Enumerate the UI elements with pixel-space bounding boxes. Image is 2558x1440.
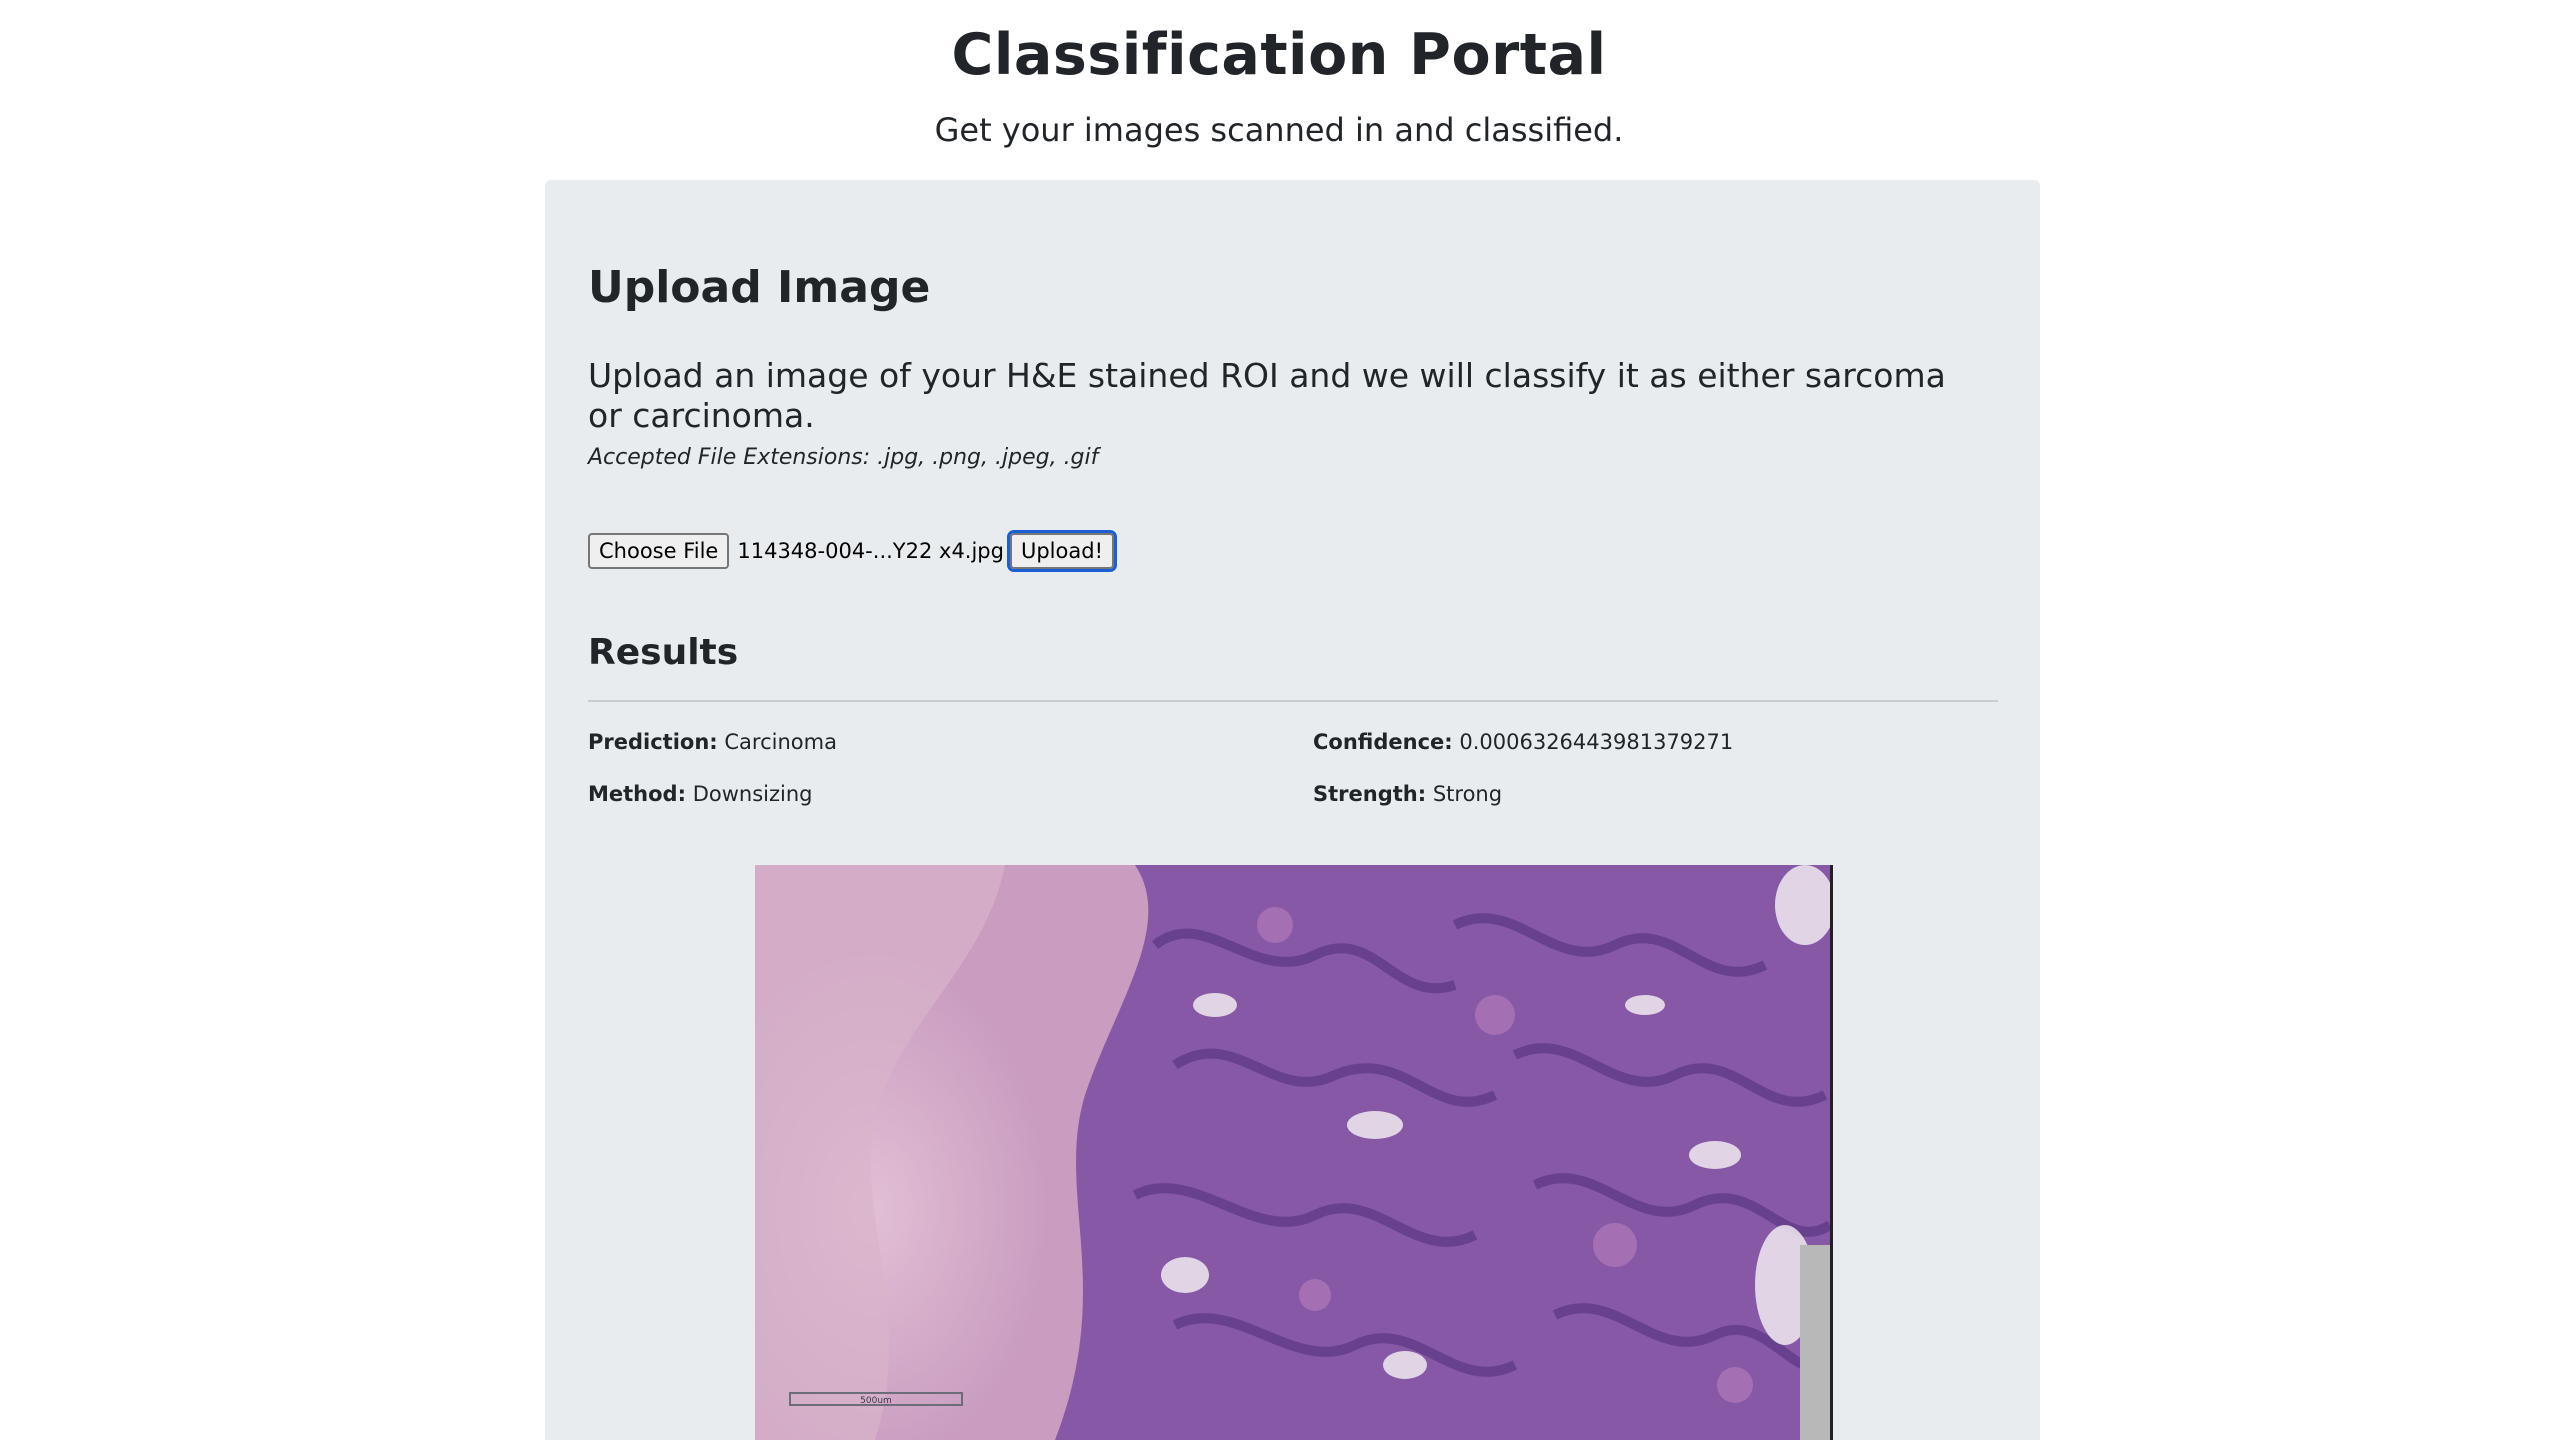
confidence-label: Confidence:: [1313, 730, 1453, 754]
tissue-image-graphic: 500um: [755, 865, 1830, 1440]
upload-section-title: Upload Image: [588, 262, 931, 313]
upload-description: Upload an image of your H&E stained ROI …: [588, 356, 1946, 435]
page-title: Classification Portal: [951, 22, 1607, 88]
upload-button[interactable]: Upload!: [1006, 530, 1118, 572]
confidence-field: Confidence: 0.0006326443981379271: [1313, 730, 1733, 754]
result-tissue-image: 500um: [755, 865, 1833, 1440]
method-field: Method: Downsizing: [588, 782, 812, 806]
page-subtitle: Get your images scanned in and classifie…: [934, 111, 1624, 149]
selected-filename: 114348-004-...Y22 x4.jpg: [737, 539, 1004, 563]
upload-form: Choose File 114348-004-...Y22 x4.jpg Upl…: [588, 530, 1118, 572]
method-label: Method:: [588, 782, 686, 806]
upload-card: Upload Image Upload an image of your H&E…: [545, 180, 2040, 1440]
prediction-label: Prediction:: [588, 730, 718, 754]
accepted-extensions: Accepted File Extensions: .jpg, .png, .j…: [588, 445, 1099, 470]
prediction-field: Prediction: Carcinoma: [588, 730, 837, 754]
strength-value: Strong: [1432, 782, 1503, 806]
prediction-value: Carcinoma: [724, 730, 837, 754]
results-divider: [588, 700, 1998, 702]
strength-field: Strength: Strong: [1313, 782, 1502, 806]
results-title: Results: [588, 632, 739, 673]
confidence-value: 0.0006326443981379271: [1459, 730, 1734, 754]
page-header: Classification Portal Get your images sc…: [0, 0, 2558, 150]
choose-file-button[interactable]: Choose File: [588, 533, 730, 569]
strength-label: Strength:: [1313, 782, 1427, 806]
scale-bar-label: 500um: [860, 1396, 892, 1406]
method-value: Downsizing: [692, 782, 813, 806]
